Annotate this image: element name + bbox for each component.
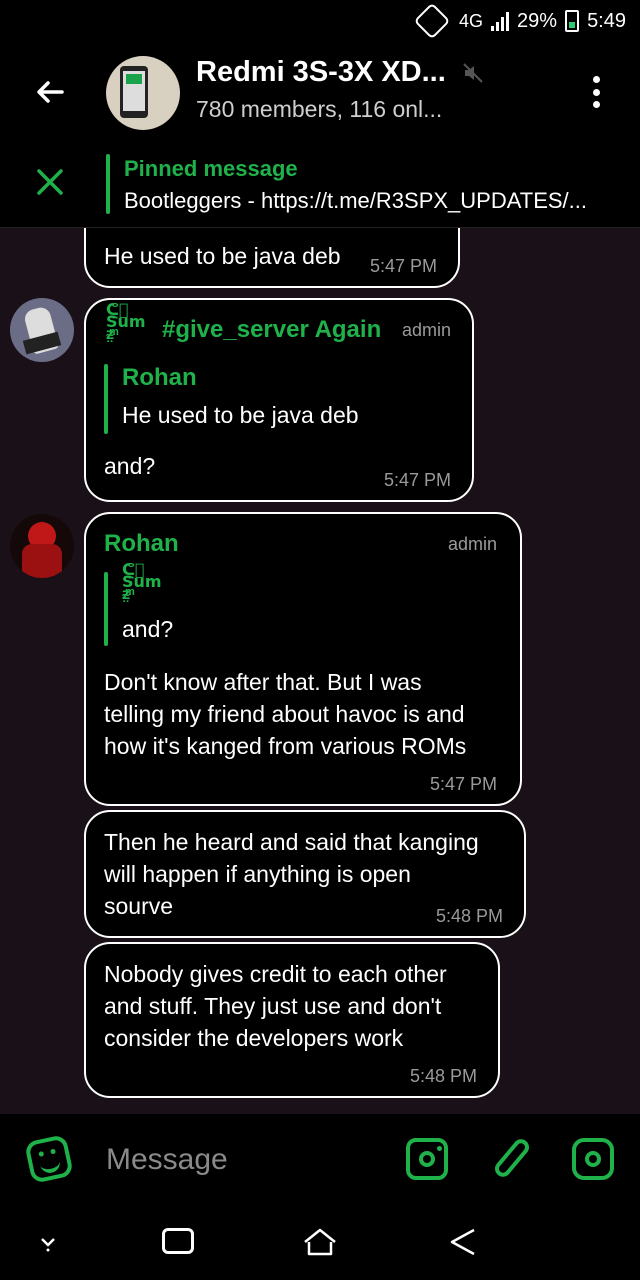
message-text: He used to be java deb bbox=[104, 243, 341, 269]
recent-apps-button[interactable] bbox=[162, 1228, 194, 1254]
message-time: 5:47 PM bbox=[370, 256, 438, 276]
message-text-line: consider the developers work bbox=[104, 1025, 404, 1051]
message-text-line: Don't know after that. But I was bbox=[104, 669, 422, 695]
message-input[interactable] bbox=[106, 1138, 376, 1182]
member-count: 780 members, 116 onl... bbox=[196, 96, 443, 122]
message-time: 5:47 PM bbox=[384, 470, 452, 490]
message-text-line: sourve bbox=[104, 893, 174, 919]
back-button[interactable] bbox=[30, 72, 70, 112]
avatar[interactable] bbox=[10, 298, 74, 362]
muted-speaker-icon bbox=[462, 62, 484, 84]
pinned-message-bar[interactable]: Pinned message Bootleggers - https://t.m… bbox=[0, 144, 640, 228]
sender-name[interactable]: #give_server Again bbox=[162, 316, 381, 344]
message-bubble[interactable]: Nobody gives credit to each other and st… bbox=[84, 942, 500, 1098]
camera-icon[interactable] bbox=[406, 1138, 448, 1180]
back-nav-button[interactable] bbox=[448, 1226, 478, 1258]
system-nav-bar bbox=[0, 1206, 640, 1280]
battery-percent: 29% bbox=[517, 9, 558, 32]
pinned-accent-bar bbox=[106, 154, 110, 214]
message-time: 5:48 PM bbox=[410, 1066, 478, 1086]
attach-icon[interactable] bbox=[491, 1134, 533, 1184]
battery-icon bbox=[565, 10, 580, 32]
message-text-line: and stuff. They just use and don't bbox=[104, 993, 442, 1019]
message-text-line: will happen if anything is open bbox=[104, 861, 411, 887]
close-icon[interactable] bbox=[34, 166, 66, 198]
hide-keyboard-icon[interactable] bbox=[36, 1230, 60, 1254]
message-bubble[interactable]: Rohan admin ᕦ̤ͫ Sum ᵶ̤ͫ and? Don't know af… bbox=[84, 512, 522, 806]
reply-text: He used to be java deb bbox=[122, 402, 359, 428]
message-bubble[interactable]: He used to be java deb 5:47 PM bbox=[84, 228, 460, 288]
emoji-icon[interactable] bbox=[24, 1134, 74, 1184]
message-text-line: Then he heard and said that kanging bbox=[104, 829, 479, 855]
message-bubble[interactable]: Then he heard and said that kanging will… bbox=[84, 810, 526, 938]
pinned-text: Bootleggers - https://t.me/R3SPX_UPDATES… bbox=[124, 188, 587, 213]
pinned-title: Pinned message bbox=[124, 156, 298, 181]
group-avatar[interactable] bbox=[106, 56, 180, 130]
vibrate-icon bbox=[413, 2, 451, 40]
reply-accent-bar bbox=[104, 364, 108, 434]
chat-header: Redmi 3S-3X XD... 780 members, 116 onl..… bbox=[0, 42, 640, 144]
message-text-line: Nobody gives credit to each other bbox=[104, 961, 447, 987]
sender-name-glyphs: ᕦ̤ͫ Sum ᵶ̤ͫ bbox=[106, 300, 146, 343]
sender-name[interactable]: Rohan bbox=[104, 530, 179, 558]
admin-badge: admin bbox=[448, 534, 498, 554]
reply-sender-glyphs: ᕦ̤ͫ Sum ᵶ̤ͫ bbox=[122, 560, 162, 603]
network-type: 4G bbox=[459, 10, 484, 31]
reply-accent-bar bbox=[104, 572, 108, 646]
clock: 5:49 bbox=[587, 9, 626, 32]
instagram-icon[interactable] bbox=[572, 1138, 614, 1180]
status-bar: 4G 29% 5:49 bbox=[0, 0, 640, 42]
message-text-line: telling my friend about havoc is and bbox=[104, 701, 465, 727]
arrow-left-icon bbox=[37, 81, 64, 103]
reply-sender: Rohan bbox=[122, 364, 197, 391]
message-list[interactable]: He used to be java deb 5:47 PM ᕦ̤ͫ Sum ᵶ̤ͫ… bbox=[0, 228, 640, 1114]
signal-icon bbox=[491, 11, 510, 31]
message-text-line: how it's kanged from various ROMs bbox=[104, 733, 467, 759]
message-text: and? bbox=[104, 453, 156, 479]
avatar[interactable] bbox=[10, 514, 74, 578]
message-time: 5:48 PM bbox=[436, 906, 504, 926]
home-button[interactable] bbox=[302, 1226, 338, 1258]
reply-text: and? bbox=[122, 616, 174, 642]
message-time: 5:47 PM bbox=[430, 774, 498, 794]
message-composer bbox=[0, 1114, 640, 1206]
more-options-button[interactable] bbox=[586, 72, 606, 112]
message-bubble[interactable]: ᕦ̤ͫ Sum ᵶ̤ͫ #give_server Again admin Rohan… bbox=[84, 298, 474, 502]
admin-badge: admin bbox=[402, 320, 452, 340]
chat-title[interactable]: Redmi 3S-3X XD... bbox=[196, 56, 446, 89]
